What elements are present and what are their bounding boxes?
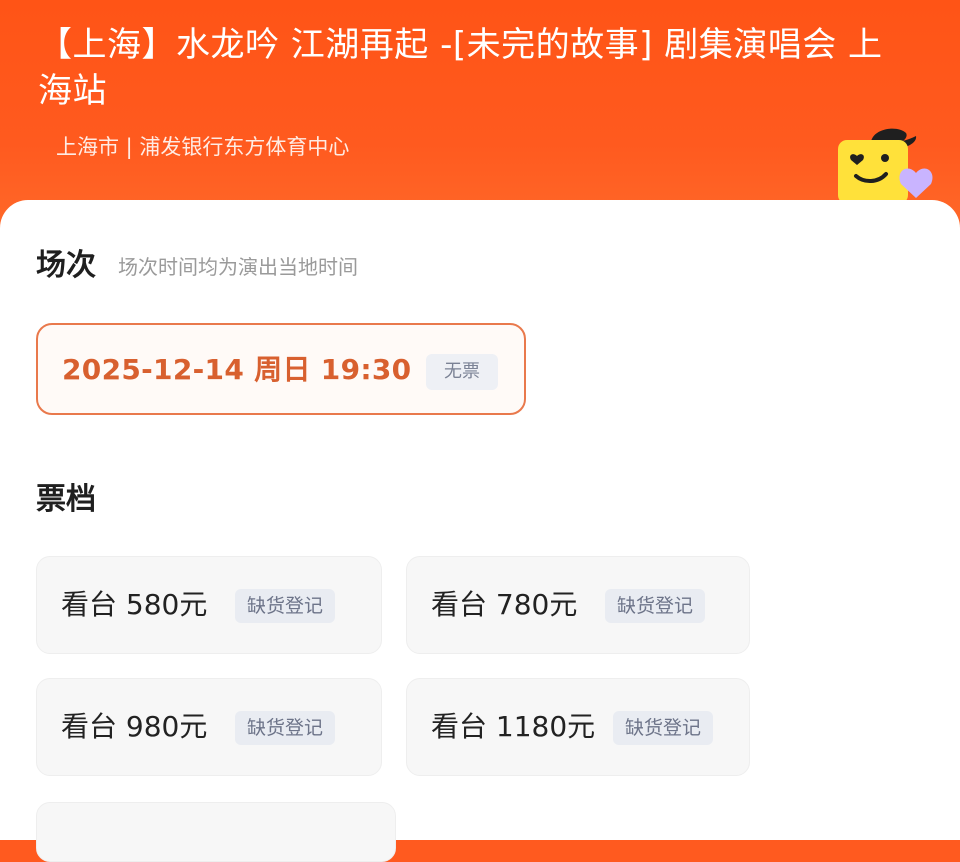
- out-of-stock-register-badge: 缺货登记: [613, 711, 714, 745]
- ticket-tier-label: 看台 780元: [431, 588, 578, 621]
- out-of-stock-register-badge: 缺货登记: [235, 589, 336, 623]
- ticket-tier-980[interactable]: 看台 980元 缺货登记: [36, 678, 382, 776]
- ticket-tier-label: 看台 1180元: [431, 710, 596, 743]
- ticket-tier-1180[interactable]: 看台 1180元 缺货登记: [406, 678, 750, 776]
- ticket-tier-label: 看台 580元: [61, 588, 208, 621]
- ticket-selection-card: 场次 场次时间均为演出当地时间 2025-12-14 周日 19:30 无票 票…: [0, 200, 960, 862]
- ticket-tier-partial[interactable]: [36, 802, 396, 862]
- ticket-tier-580[interactable]: 看台 580元 缺货登记: [36, 556, 382, 654]
- out-of-stock-register-badge: 缺货登记: [605, 589, 706, 623]
- event-title: 【上海】水龙吟 江湖再起 -[未完的故事] 剧集演唱会 上海站: [38, 25, 883, 111]
- session-option-selected[interactable]: 2025-12-14 周日 19:30 无票: [36, 323, 526, 415]
- ticket-tier-label: 看台 980元: [61, 710, 208, 743]
- session-heading: 场次: [36, 248, 96, 283]
- out-of-stock-register-badge: 缺货登记: [235, 711, 336, 745]
- mascot-right-eye-icon: [881, 154, 889, 162]
- mascot-illustration-icon: [838, 128, 933, 204]
- ticket-tier-heading: 票档: [36, 482, 96, 517]
- event-venue: 上海市 | 浦发银行东方体育中心: [56, 135, 350, 159]
- ticket-tier-780[interactable]: 看台 780元 缺货登记: [406, 556, 750, 654]
- session-status-badge: 无票: [426, 354, 498, 390]
- session-time-note: 场次时间均为演出当地时间: [118, 255, 358, 279]
- mascot-face-icon: [838, 140, 908, 204]
- session-datetime: 2025-12-14 周日 19:30: [62, 353, 412, 386]
